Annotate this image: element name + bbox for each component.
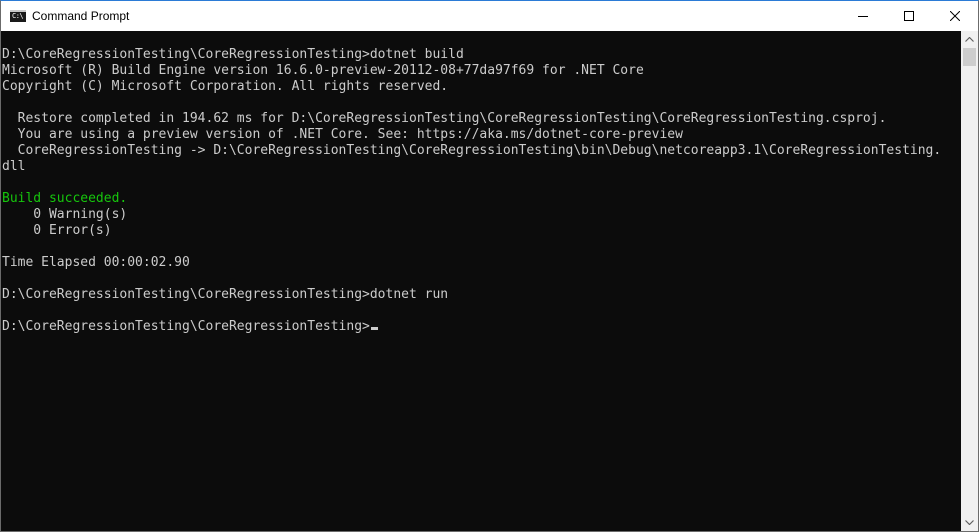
title-bar[interactable]: C:\ Command Prompt: [1, 1, 978, 31]
console-app-icon[interactable]: C:\: [10, 10, 26, 22]
console-line: 0 Error(s): [2, 223, 112, 238]
console-line: CoreRegressionTesting -> D:\CoreRegressi…: [2, 143, 942, 158]
console-output-area[interactable]: D:\CoreRegressionTesting\CoreRegressionT…: [1, 31, 961, 531]
console-line: dll: [2, 159, 26, 174]
vertical-scrollbar[interactable]: [961, 31, 978, 531]
scroll-down-button[interactable]: [961, 514, 978, 531]
build-succeeded-line: Build succeeded.: [2, 191, 128, 206]
close-button[interactable]: [932, 1, 978, 31]
maximize-button[interactable]: [886, 1, 932, 31]
scroll-up-arrow-icon: [965, 37, 974, 42]
console-lines: D:\CoreRegressionTesting\CoreRegressionT…: [2, 47, 941, 335]
scroll-thumb[interactable]: [963, 48, 976, 66]
console-app-icon-text: C:\: [12, 12, 24, 20]
console-line: D:\CoreRegressionTesting\CoreRegressionT…: [2, 47, 464, 62]
prompt-text: D:\CoreRegressionTesting\CoreRegressionT…: [2, 319, 370, 334]
scroll-down-arrow-icon: [965, 520, 974, 525]
console-line: Copyright (C) Microsoft Corporation. All…: [2, 79, 449, 94]
window-controls: [840, 1, 978, 31]
text-cursor: [370, 327, 378, 330]
command-prompt-window: C:\ Command Prompt D:\CoreRegressionTest…: [0, 0, 979, 532]
window-title: Command Prompt: [32, 9, 130, 23]
prompt-line[interactable]: D:\CoreRegressionTesting\CoreRegressionT…: [2, 319, 941, 335]
console-line: D:\CoreRegressionTesting\CoreRegressionT…: [2, 287, 449, 302]
console-line: Time Elapsed 00:00:02.90: [2, 255, 190, 270]
close-icon: [950, 11, 960, 21]
console-line: You are using a preview version of .NET …: [2, 127, 683, 142]
scroll-up-button[interactable]: [961, 31, 978, 48]
maximize-icon: [904, 11, 914, 21]
console-line: Restore completed in 194.62 ms for D:\Co…: [2, 111, 887, 126]
console-line: Microsoft (R) Build Engine version 16.6.…: [2, 63, 644, 78]
minimize-button[interactable]: [840, 1, 886, 31]
console-line: 0 Warning(s): [2, 207, 128, 222]
minimize-icon: [858, 16, 868, 17]
